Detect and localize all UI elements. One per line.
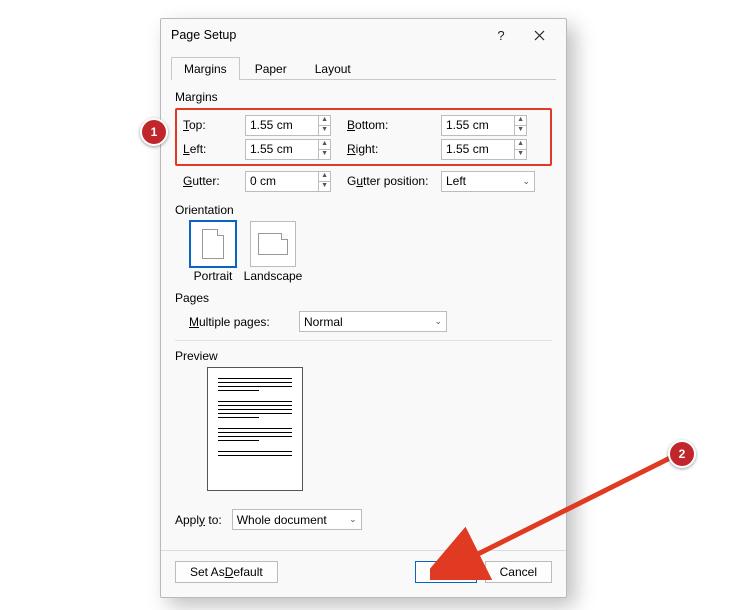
orientation-portrait[interactable]: Portrait — [189, 221, 237, 283]
close-icon — [534, 30, 545, 41]
apply-to-select[interactable]: Whole document⌄ — [232, 509, 362, 530]
bottom-margin-input[interactable]: ▲▼ — [441, 115, 527, 136]
callout-1: 1 — [140, 118, 168, 146]
multiple-pages-select[interactable]: Normal⌄ — [299, 311, 447, 332]
chevron-down-icon: ⌄ — [349, 514, 357, 525]
gutter-input[interactable]: ▲▼ — [245, 171, 331, 192]
landscape-icon — [258, 233, 288, 255]
top-label: Top: — [183, 118, 241, 132]
orientation-section-label: Orientation — [175, 203, 552, 217]
tab-content: Margins Top: ▲▼ Bottom: ▲▼ Left: ▲▼ — [161, 80, 566, 550]
titlebar: Page Setup ? — [161, 19, 566, 51]
callout-2: 2 — [668, 440, 696, 468]
preview-section-label: Preview — [175, 349, 552, 363]
left-margin-input[interactable]: ▲▼ — [245, 139, 331, 160]
bottom-label: Bottom: — [335, 118, 437, 132]
right-margin-input[interactable]: ▲▼ — [441, 139, 527, 160]
top-margin-input[interactable]: ▲▼ — [245, 115, 331, 136]
spinner-up-icon[interactable]: ▲ — [319, 116, 330, 126]
dialog-title: Page Setup — [171, 28, 482, 42]
preview-pane — [207, 367, 303, 491]
margins-highlight-box: Top: ▲▼ Bottom: ▲▼ Left: ▲▼ Right: — [175, 108, 552, 166]
tab-layout[interactable]: Layout — [302, 57, 364, 80]
chevron-down-icon: ⌄ — [522, 176, 530, 187]
ok-button[interactable]: OK — [415, 561, 477, 583]
dialog-footer: Set As Default OK Cancel — [161, 550, 566, 597]
spinner-down-icon[interactable]: ▼ — [319, 126, 330, 135]
tab-paper[interactable]: Paper — [242, 57, 300, 80]
cancel-button[interactable]: Cancel — [485, 561, 552, 583]
gutter-position-select[interactable]: Left⌄ — [441, 171, 535, 192]
gutter-position-label: Gutter position: — [335, 174, 437, 188]
left-label: Left: — [183, 142, 241, 156]
multiple-pages-label: Multiple pages: — [189, 315, 289, 329]
portrait-icon — [202, 229, 224, 259]
page-setup-dialog: Page Setup ? Margins Paper Layout Margin… — [160, 18, 567, 598]
tab-margins[interactable]: Margins — [171, 57, 240, 80]
gutter-label: Gutter: — [183, 174, 241, 188]
pages-section-label: Pages — [175, 291, 552, 305]
apply-to-label: Apply to: — [175, 513, 222, 527]
chevron-down-icon: ⌄ — [434, 316, 442, 327]
set-as-default-button[interactable]: Set As Default — [175, 561, 278, 583]
right-label: Right: — [335, 142, 437, 156]
tab-strip: Margins Paper Layout — [171, 56, 556, 80]
orientation-landscape[interactable]: Landscape — [249, 221, 297, 283]
close-button[interactable] — [520, 21, 558, 49]
margins-section-label: Margins — [175, 90, 552, 104]
help-button[interactable]: ? — [482, 21, 520, 49]
